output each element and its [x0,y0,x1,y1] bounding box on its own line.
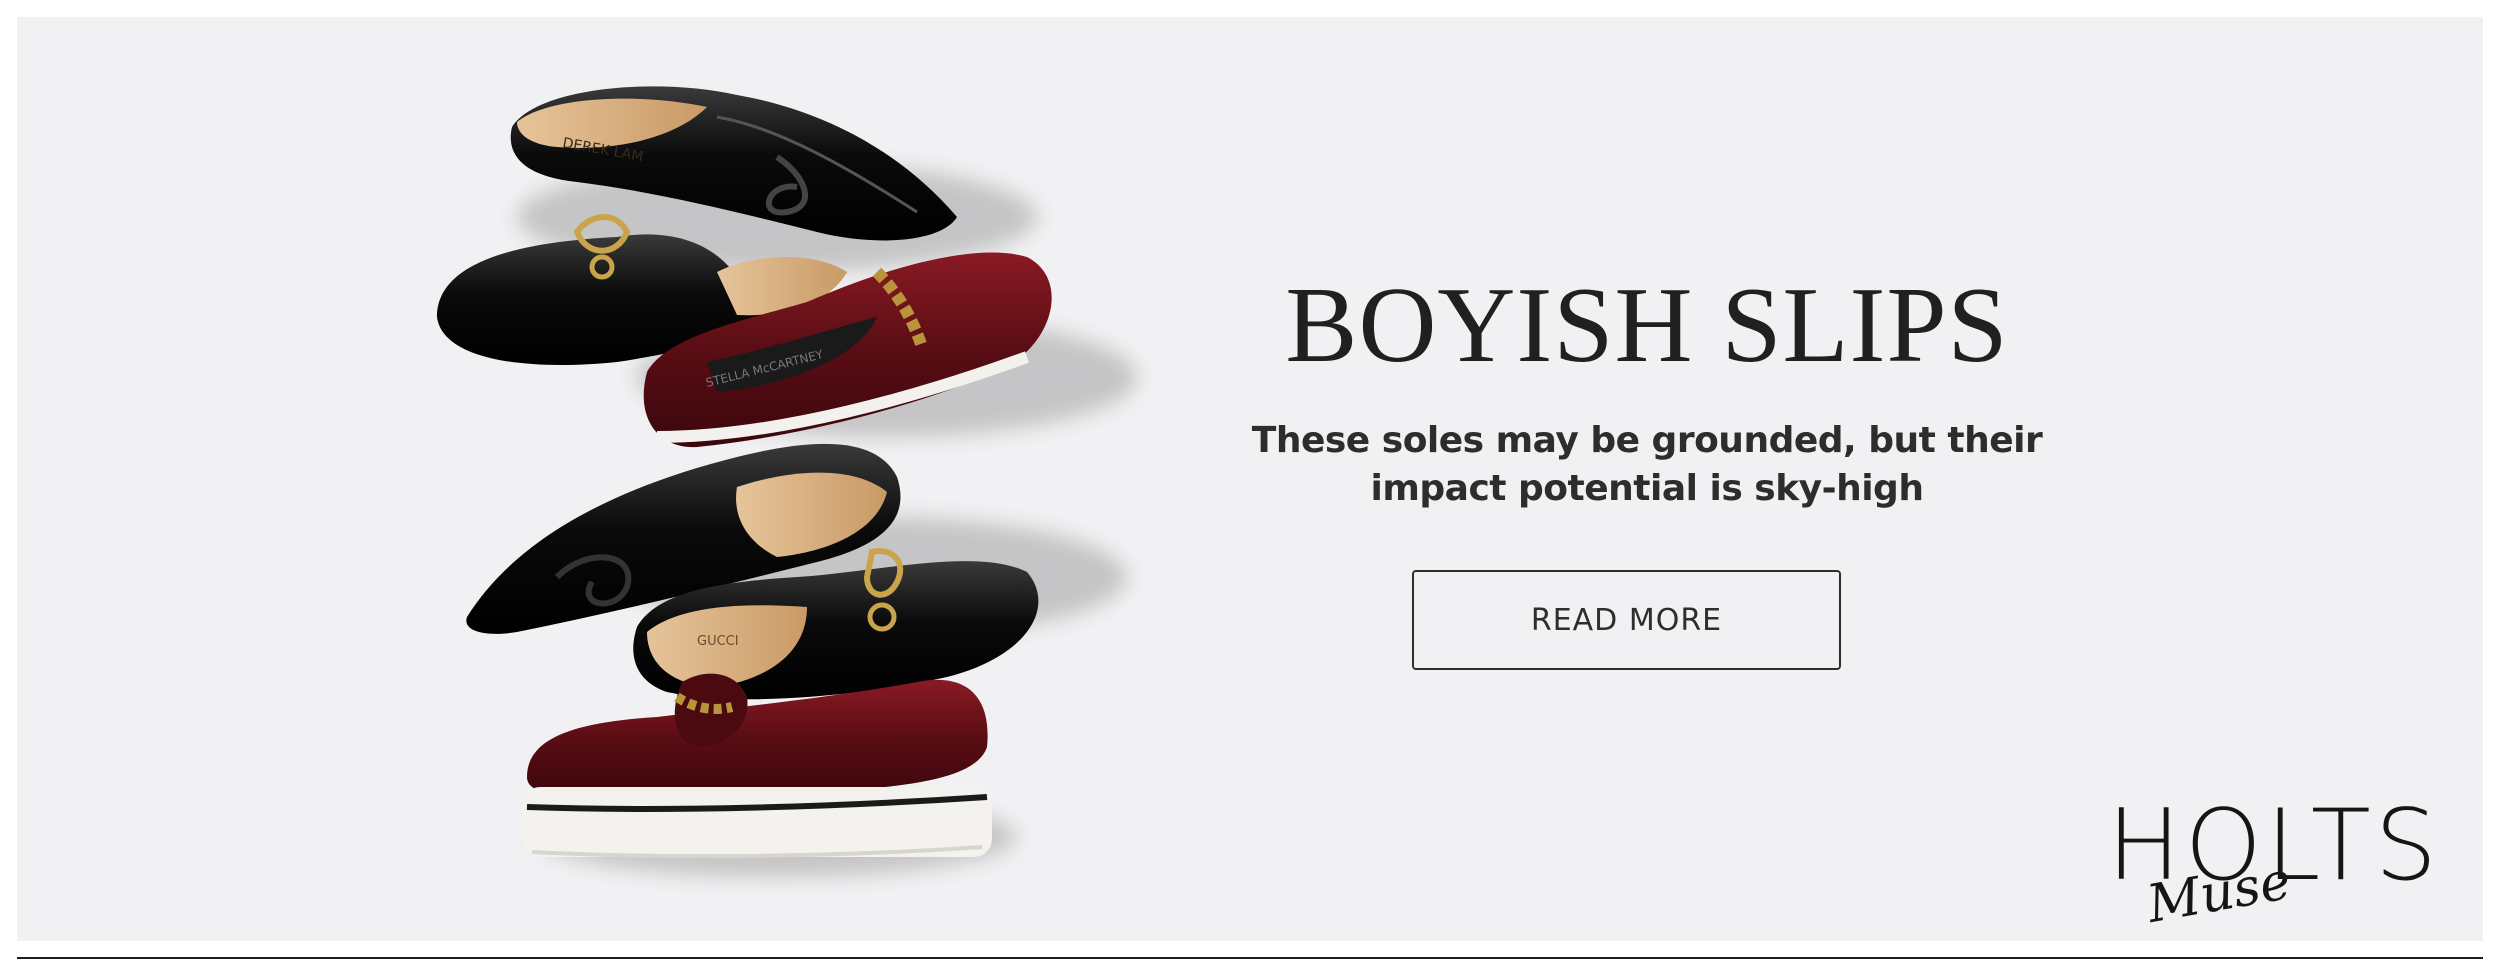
shoe-burgundy-platform-loafer [522,673,992,859]
read-more-button[interactable]: READ MORE [1412,570,1841,670]
subheadline-line-1: These soles may be grounded, but their [1251,420,2043,461]
subheadline-line-2: impact potential is sky-high [1370,468,1924,509]
hero-banner[interactable]: DEREK LAM STELLA McCARTNEY GUCCI BOYISH … [17,17,2483,941]
holts-muse-logo[interactable]: HOLTS Muse [2107,797,2447,937]
subheadline: These soles may be grounded, but their i… [1227,417,2067,513]
svg-text:GUCCI: GUCCI [697,634,739,649]
headline: BOYISH SLIPS [1285,266,2009,385]
bottom-divider [17,957,2483,959]
